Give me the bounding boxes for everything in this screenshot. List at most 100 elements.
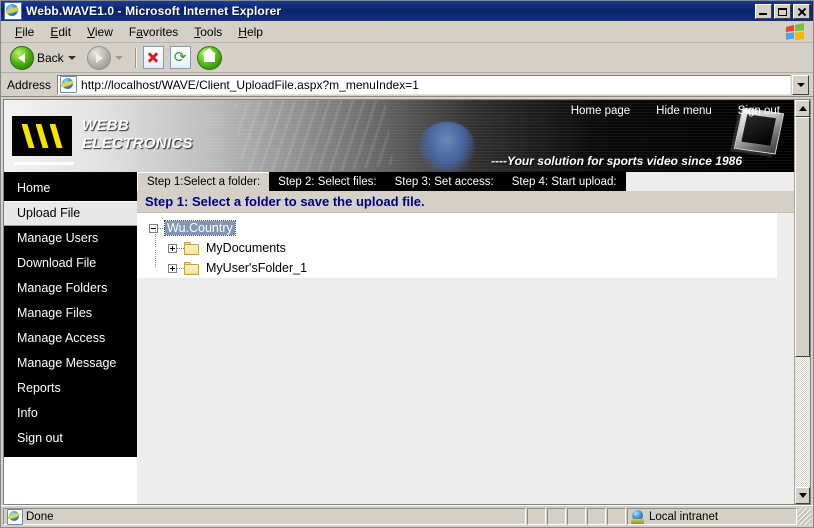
navigation-toolbar: Back ⟳	[1, 43, 813, 73]
banner-tagline: ----Your solution for sports video since…	[491, 154, 742, 168]
wizard-step-4[interactable]: Step 4: Start upload:	[502, 172, 626, 191]
main-content: Step 1:Select a folder: Step 2: Select f…	[137, 172, 794, 504]
address-url-text: http://localhost/WAVE/Client_UploadFile.…	[81, 77, 419, 92]
menu-bar: File Edit View Favorites Tools Help	[1, 21, 813, 43]
sidebar-menu: Home Upload File Manage Users Download F…	[4, 172, 137, 457]
webb-chevrons-logo	[12, 116, 72, 156]
sidebar-item-upload-file[interactable]: Upload File	[4, 201, 137, 226]
expand-plus-icon[interactable]	[168, 243, 177, 253]
tree-connector	[177, 267, 184, 269]
window-controls	[755, 3, 810, 19]
collapse-minus-icon[interactable]	[149, 223, 158, 233]
film-strip-graphic	[234, 100, 394, 172]
wizard-steps-bar: Step 1:Select a folder: Step 2: Select f…	[137, 172, 794, 191]
menu-tools[interactable]: Tools	[186, 23, 230, 41]
sidebar-item-manage-folders[interactable]: Manage Folders	[4, 276, 137, 301]
logo-underline	[14, 162, 74, 165]
toolbar-divider	[134, 47, 136, 68]
nav-hide-menu[interactable]: Hide menu	[656, 105, 712, 117]
tree-node-label-mydocuments[interactable]: MyDocuments	[204, 241, 288, 255]
sidebar-item-manage-message[interactable]: Manage Message	[4, 351, 137, 376]
sidebar-item-manage-access[interactable]: Manage Access	[4, 326, 137, 351]
folder-tree: Wu.Country MyDocuments MyUser'sFolder_1	[137, 213, 777, 278]
menu-view[interactable]: View	[79, 23, 121, 41]
wizard-step-1[interactable]: Step 1:Select a folder:	[137, 172, 270, 191]
blue-flame-graphic	[419, 122, 475, 172]
status-pane-4	[587, 508, 606, 525]
sidebar-item-manage-users[interactable]: Manage Users	[4, 226, 137, 251]
home-button[interactable]	[194, 45, 225, 71]
status-message: Done	[26, 510, 54, 523]
title-bar: Webb.WAVE1.0 - Microsoft Internet Explor…	[1, 1, 813, 21]
nav-sign-out[interactable]: Sign out	[738, 105, 780, 117]
site-banner: WEBB ELECTRONICS Home page Hide menu Sig…	[4, 100, 794, 172]
folder-icon	[184, 261, 200, 275]
globe-icon	[631, 509, 645, 524]
maximize-button[interactable]	[774, 3, 791, 19]
page-body: Home Upload File Manage Users Download F…	[4, 172, 794, 504]
status-bar: Done Local intranet	[1, 505, 813, 527]
menu-favorites[interactable]: Favorites	[121, 23, 186, 41]
forward-history-chevron-down-icon[interactable]	[114, 55, 123, 60]
resize-grip[interactable]	[797, 508, 811, 525]
tree-node-root[interactable]: Wu.Country	[149, 218, 777, 238]
content-empty-area	[137, 278, 794, 504]
status-pane-1	[527, 508, 546, 525]
page-viewport-area: WEBB ELECTRONICS Home page Hide menu Sig…	[1, 97, 813, 505]
page-viewport: WEBB ELECTRONICS Home page Hide menu Sig…	[3, 99, 794, 505]
back-button-label: Back	[37, 50, 64, 65]
scroll-up-button[interactable]	[795, 100, 810, 117]
tree-node-mydocuments[interactable]: MyDocuments	[149, 230, 777, 258]
stop-button[interactable]	[140, 45, 167, 71]
ie-document-icon	[4, 2, 22, 20]
status-pane-5	[607, 508, 626, 525]
brand-line-1: WEBB	[82, 117, 130, 134]
status-pane-3	[567, 508, 586, 525]
tree-connector	[177, 247, 184, 249]
tree-node-myusersfolder1[interactable]: MyUser'sFolder_1	[149, 250, 777, 278]
page-icon	[7, 508, 23, 525]
forward-button[interactable]	[84, 45, 131, 71]
address-chevron-down-icon[interactable]	[792, 74, 809, 95]
sidebar-item-download-file[interactable]: Download File	[4, 251, 137, 276]
status-pane-2	[547, 508, 566, 525]
tree-node-label-root[interactable]: Wu.Country	[164, 220, 236, 236]
scrollbar-track[interactable]	[795, 117, 810, 487]
brand-name: WEBB ELECTRONICS	[82, 117, 193, 153]
sidebar-item-info[interactable]: Info	[4, 401, 137, 426]
sidebar-item-reports[interactable]: Reports	[4, 376, 137, 401]
status-message-pane: Done	[3, 508, 526, 525]
security-zone-pane[interactable]: Local intranet	[627, 508, 797, 525]
minimize-button[interactable]	[755, 3, 772, 19]
refresh-icon: ⟳	[169, 46, 191, 69]
back-history-chevron-down-icon[interactable]	[67, 55, 76, 60]
menu-edit[interactable]: Edit	[42, 23, 79, 41]
expand-plus-icon[interactable]	[168, 263, 177, 273]
close-button[interactable]	[793, 3, 810, 19]
scroll-down-button[interactable]	[795, 487, 810, 504]
menu-help[interactable]: Help	[230, 23, 271, 41]
menu-file[interactable]: File	[7, 23, 42, 41]
wizard-step-3[interactable]: Step 3: Set access:	[385, 172, 503, 191]
forward-arrow-icon	[86, 45, 111, 70]
banner-nav: Home page Hide menu Sign out	[571, 105, 780, 117]
tree-node-label-myusersfolder1[interactable]: MyUser'sFolder_1	[204, 261, 309, 275]
sidebar-item-home[interactable]: Home	[4, 176, 137, 201]
windows-flag-icon	[786, 23, 804, 41]
refresh-button[interactable]: ⟳	[167, 45, 194, 71]
home-icon	[196, 45, 222, 70]
page-scrollbar-vertical[interactable]	[794, 99, 811, 505]
sidebar-item-sign-out[interactable]: Sign out	[4, 426, 137, 451]
address-bar: Address http://localhost/WAVE/Client_Upl…	[1, 73, 813, 97]
back-button[interactable]: Back	[7, 45, 84, 71]
window-title: Webb.WAVE1.0 - Microsoft Internet Explor…	[26, 4, 282, 18]
page-title: Step 1: Select a folder to save the uplo…	[137, 191, 794, 213]
wizard-step-2[interactable]: Step 2: Select files:	[269, 172, 386, 191]
sidebar-item-manage-files[interactable]: Manage Files	[4, 301, 137, 326]
browser-window: Webb.WAVE1.0 - Microsoft Internet Explor…	[0, 0, 814, 528]
scrollbar-thumb[interactable]	[795, 117, 810, 357]
folder-icon	[184, 241, 200, 255]
address-input[interactable]: http://localhost/WAVE/Client_UploadFile.…	[57, 74, 791, 95]
tree-connector	[158, 227, 165, 229]
nav-home-page[interactable]: Home page	[571, 105, 630, 117]
